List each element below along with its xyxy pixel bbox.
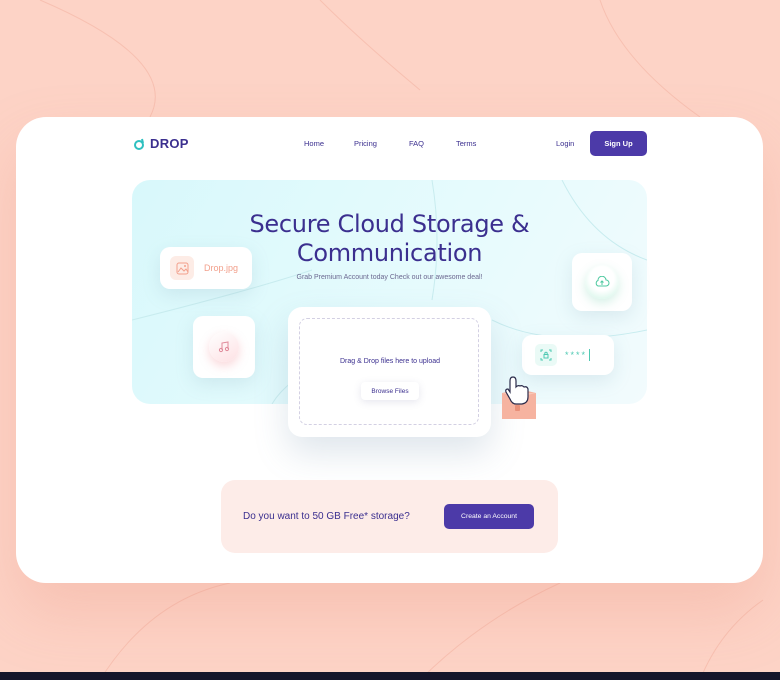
music-chip (193, 316, 255, 378)
brand-name: DROP (150, 136, 189, 151)
hero-title-line1: Secure Cloud Storage & (249, 210, 530, 238)
login-link[interactable]: Login (556, 139, 574, 148)
nav-terms[interactable]: Terms (456, 139, 476, 148)
cloud-upload-icon (585, 265, 619, 299)
cta-banner: Do you want to 50 GB Free* storage? Crea… (221, 480, 558, 553)
file-chip: Drop.jpg (160, 247, 252, 289)
cloud-chip (572, 253, 632, 311)
nav-home[interactable]: Home (304, 139, 324, 148)
music-note-icon (209, 332, 239, 362)
bottom-bar (0, 672, 780, 680)
drop-logo-icon (134, 138, 144, 150)
nav-pricing[interactable]: Pricing (354, 139, 377, 148)
text-cursor (589, 349, 591, 361)
lock-icon (535, 344, 557, 366)
landing-card: DROP Home Pricing FAQ Terms Login Sign U… (16, 117, 763, 583)
file-name: Drop.jpg (204, 263, 239, 273)
upload-box[interactable]: Drag & Drop files here to upload Browse … (288, 307, 491, 437)
password-mask: **** (565, 350, 588, 360)
drop-prompt: Drag & Drop files here to upload (340, 358, 440, 365)
hero-title: Secure Cloud Storage & Communication (16, 210, 763, 268)
browse-files-button[interactable]: Browse Files (361, 382, 419, 400)
hand-pointer-icon (502, 376, 536, 419)
drop-zone[interactable]: Drag & Drop files here to upload Browse … (299, 318, 479, 425)
password-chip: **** (522, 335, 614, 375)
image-icon (170, 256, 194, 280)
signup-button[interactable]: Sign Up (590, 131, 647, 156)
create-account-button[interactable]: Create an Account (444, 504, 534, 529)
logo[interactable]: DROP (133, 136, 189, 151)
cta-text: Do you want to 50 GB Free* storage? (243, 511, 410, 522)
hero-subtitle: Grab Premium Account today Check out our… (296, 274, 483, 281)
hero-title-line2: Communication (296, 239, 483, 267)
nav-faq[interactable]: FAQ (409, 139, 424, 148)
